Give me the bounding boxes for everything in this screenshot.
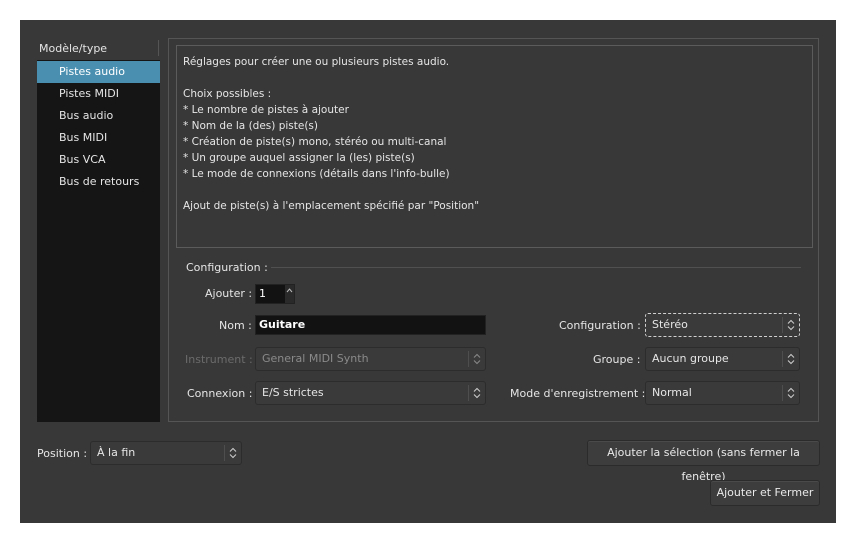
name-label: Nom : — [219, 319, 252, 332]
position-value: À la fin — [97, 446, 136, 459]
configuration-select[interactable]: Stéréo — [645, 313, 800, 337]
add-count-spinner[interactable]: 1 — [255, 284, 295, 304]
group-label: Groupe : — [593, 353, 641, 366]
description-line — [183, 70, 806, 86]
updown-arrows-icon — [782, 351, 799, 367]
group-value: Aucun groupe — [652, 352, 729, 365]
description-line: * Le mode de connexions (détails dans l'… — [183, 168, 450, 180]
description-line: * Nom de la (des) piste(s) — [183, 120, 319, 132]
header-separator — [158, 40, 159, 56]
updown-arrows-icon — [468, 385, 485, 401]
record-mode-select[interactable]: Normal — [645, 381, 800, 405]
group-select[interactable]: Aucun groupe — [645, 347, 800, 371]
type-item-bus-midi[interactable]: Bus MIDI — [37, 127, 160, 149]
instrument-value: General MIDI Synth — [262, 352, 369, 365]
description-line: Ajout de piste(s) à l'emplacement spécif… — [183, 200, 480, 212]
type-item-pistes-audio[interactable]: Pistes audio — [37, 61, 160, 83]
description-line — [183, 182, 806, 198]
instrument-select: General MIDI Synth — [255, 347, 486, 371]
config-section-label: Configuration : — [186, 261, 268, 274]
record-mode-value: Normal — [652, 386, 692, 399]
position-select[interactable]: À la fin — [90, 441, 242, 465]
config-divider — [271, 267, 801, 268]
updown-arrows-icon — [224, 445, 241, 461]
add-count-label: Ajouter : — [205, 287, 253, 300]
description-box: Réglages pour créer une ou plusieurs pis… — [176, 45, 813, 248]
updown-arrows-icon — [468, 351, 485, 367]
description-line: * Création de piste(s) mono, stéréo ou m… — [183, 136, 447, 148]
type-item-bus-audio[interactable]: Bus audio — [37, 105, 160, 127]
spin-arrows-icon[interactable] — [285, 285, 294, 303]
settings-panel: Réglages pour créer une ou plusieurs pis… — [168, 38, 819, 422]
configuration-label: Configuration : — [559, 319, 641, 332]
updown-arrows-icon — [782, 317, 799, 333]
type-item-bus-vca[interactable]: Bus VCA — [37, 149, 160, 171]
connection-value: E/S strictes — [262, 386, 324, 399]
description-line: * Le nombre de pistes à ajouter — [183, 104, 349, 116]
add-selection-button[interactable]: Ajouter la sélection (sans fermer la fen… — [587, 440, 820, 483]
configuration-value: Stéréo — [652, 318, 688, 331]
type-item-bus-retours[interactable]: Bus de retours — [37, 171, 160, 193]
add-count-value: 1 — [259, 287, 266, 300]
type-list: Pistes audio Pistes MIDI Bus audio Bus M… — [37, 60, 160, 422]
type-item-pistes-midi[interactable]: Pistes MIDI — [37, 83, 160, 105]
updown-arrows-icon — [782, 385, 799, 401]
add-and-close-button[interactable]: Ajouter et Fermer — [710, 480, 820, 506]
description-line: Réglages pour créer une ou plusieurs pis… — [183, 56, 450, 68]
description-line: Choix possibles : — [183, 88, 272, 100]
connection-select[interactable]: E/S strictes — [255, 381, 486, 405]
instrument-label: Instrument : — [185, 353, 253, 366]
name-field[interactable]: Guitare — [255, 315, 486, 335]
add-track-dialog: Modèle/type Pistes audio Pistes MIDI Bus… — [20, 20, 836, 523]
position-label: Position : — [37, 447, 88, 460]
description-line: * Un groupe auquel assigner la (les) pis… — [183, 152, 415, 164]
connection-label: Connexion : — [187, 387, 253, 400]
record-mode-label: Mode d'enregistrement : — [510, 387, 646, 400]
type-list-header: Modèle/type — [39, 42, 108, 55]
